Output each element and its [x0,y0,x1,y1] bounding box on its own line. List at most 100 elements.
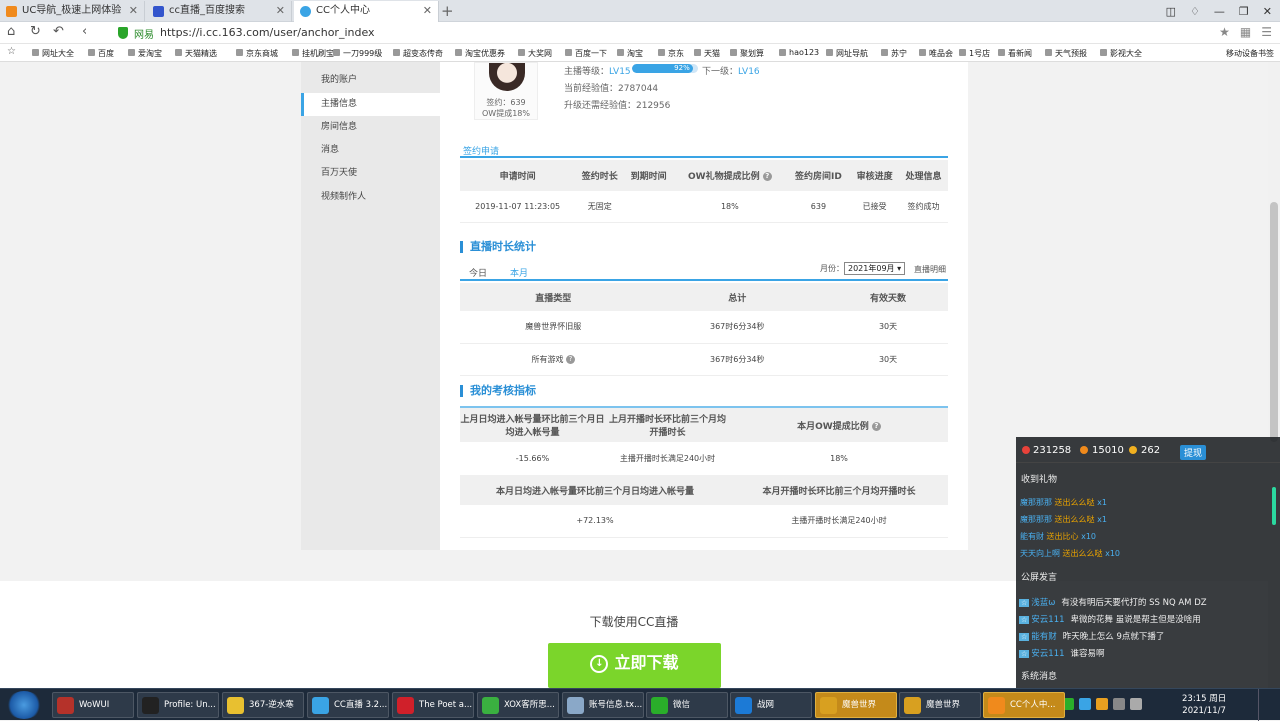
star-icon[interactable]: ★ [1219,25,1230,39]
url-field[interactable]: https://i.cc.163.com/user/anchor_index [160,26,375,39]
bookmark-item[interactable]: 百度 [88,48,114,59]
tab-cc-personal[interactable]: CC个人中心 ✕ [294,1,439,22]
taskbar-item[interactable]: 魔兽世界 [815,692,897,718]
browser-tab-bar: UC导航_极速上网体验 ✕ cc直播_百度搜索 ✕ CC个人中心 ✕ + ◫ ♢… [0,0,1280,22]
taskbar-item[interactable]: The Poet a... [392,692,474,718]
help-icon[interactable]: ? [871,421,881,431]
live-detail-link[interactable]: 直播明细 [914,264,946,275]
bookmark-item[interactable]: 天猫 [694,48,720,59]
bookmark-item[interactable]: 网址导航 [826,48,868,59]
chat-user[interactable]: 浅蓝ω [1031,598,1055,608]
chat-user[interactable]: 安云111 [1031,615,1064,625]
taskbar-item[interactable]: 账号信息.tx... [562,692,644,718]
app-tray-icon[interactable] [1096,698,1108,710]
bookmark-item[interactable]: 天气预报 [1045,48,1087,59]
network-tray-icon[interactable] [1079,698,1091,710]
heat-icon [1022,446,1030,454]
sign-id: 签约：639 [486,98,526,107]
ime-tray-icon[interactable] [1130,698,1142,710]
cell: 30天 [878,322,898,332]
bookmark-item[interactable]: 网址大全 [32,48,74,59]
new-tab-button[interactable]: + [441,0,454,22]
taskbar-item[interactable]: Profile: Un... [137,692,219,718]
bookmark-item[interactable]: 淘宝优惠券 [455,48,505,59]
tab-contract-apply[interactable]: 签约申请 [463,144,499,157]
forward-icon[interactable]: ‹ [82,24,87,39]
cell: 367时6分34秒 [709,322,765,332]
bookmark-item[interactable]: 百度一下 [565,48,607,59]
taskbar-item[interactable]: 战网 [730,692,812,718]
reload-icon[interactable]: ↻ [30,24,41,39]
sidebar-item-messages[interactable]: 消息 [301,139,440,162]
help-icon[interactable]: ? [762,172,772,181]
ow-rate: OW提成18% [482,109,530,118]
app-icon [988,697,1005,714]
bookmark-item[interactable]: 爱淘宝 [128,48,162,59]
bookmark-item[interactable]: 超变态传奇 [393,48,443,59]
mobile-bookmarks[interactable]: 移动设备书签 [1226,48,1274,59]
chat-user[interactable]: 安云111 [1031,649,1064,659]
tab-this-month[interactable]: 本月 [510,266,528,279]
bookmark-item[interactable]: 看新闻 [998,48,1032,59]
bookmark-item[interactable]: 淘宝 [617,48,643,59]
sidebar-item-video-maker[interactable]: 视频制作人 [301,186,440,209]
taskbar-item[interactable]: XOX客所思... [477,692,559,718]
scroll-thumb[interactable] [1270,202,1278,442]
withdraw-button[interactable]: 提现 [1180,445,1207,460]
bookmark-item[interactable]: 聚划算 [730,48,764,59]
bookmark-item[interactable]: 苏宁 [881,48,907,59]
bookmark-item[interactable]: 天猫精选 [175,48,217,59]
cell: 18% [720,201,739,211]
bookmark-item[interactable]: 影视大全 [1100,48,1142,59]
bookmark-item[interactable]: 1号店 [959,48,990,59]
taskbar-item[interactable]: WoWUI [52,692,134,718]
skin-icon[interactable]: ♢ [1190,5,1200,18]
sidebar-item-my-account[interactable]: 我的账户 [301,69,440,92]
home-icon[interactable]: ⌂ [7,24,15,39]
minimize-icon[interactable]: — [1214,5,1225,18]
sidebar-item-room-info[interactable]: 房间信息 [301,116,440,139]
taskbar-item[interactable]: 微信 [646,692,728,718]
taskbar-item[interactable]: CC个人中... [983,692,1065,718]
tab-baidu-search[interactable]: cc直播_百度搜索 ✕ [147,1,292,22]
start-button[interactable] [6,691,42,719]
sidebar-item-angels[interactable]: 百万天使 [301,162,440,185]
bookmark-item[interactable]: 挂机刷宝 [292,48,334,59]
taskbar-item[interactable]: 367-逆水寒 [222,692,304,718]
next-level-value: LV16 [738,67,760,77]
show-desktop-button[interactable] [1258,689,1280,721]
close-window-icon[interactable]: ✕ [1263,5,1272,18]
bookmark-star-icon[interactable]: ☆ [7,46,16,57]
grid-icon[interactable]: ▦ [1240,25,1251,39]
close-tab-icon[interactable]: ✕ [129,1,138,21]
chat-user[interactable]: 能有财 [1031,632,1057,642]
taskbar-item-label: Profile: Un... [164,700,216,710]
close-tab-icon[interactable]: ✕ [423,1,432,21]
back-icon[interactable]: ↶ [53,24,64,39]
taskbar-clock[interactable]: 23:15 周日 2021/11/7 [1182,693,1226,717]
fans-icon [1080,446,1088,454]
download-button[interactable]: ↓ 立即下载 [548,643,721,688]
taskbar-item-label: The Poet a... [419,700,473,710]
bookmark-item[interactable]: 大奖网 [518,48,552,59]
help-icon[interactable]: ? [566,354,575,364]
bookmark-item[interactable]: hao123 [779,48,819,57]
cell: 2019-11-07 11:23:05 [475,201,561,211]
bookmark-item[interactable]: 唯品会 [919,48,953,59]
menu-lines-icon[interactable]: ☰ [1261,25,1272,39]
gift-scrollbar[interactable] [1272,487,1276,525]
close-tab-icon[interactable]: ✕ [276,1,285,21]
month-selector: 月份： 2021年09月 ▾ [820,262,906,275]
tab-uc-nav[interactable]: UC导航_极速上网体验 ✕ [0,1,145,22]
restore-icon[interactable]: ❐ [1239,5,1249,18]
tab-today[interactable]: 今日 [469,266,487,279]
bookmark-item[interactable]: 京东 [658,48,684,59]
taskbar-item[interactable]: CC直播 3.2... [307,692,389,718]
taskbar-item[interactable]: 魔兽世界 [899,692,981,718]
menu-icon[interactable]: ◫ [1166,5,1176,18]
bookmark-item[interactable]: 京东商城 [236,48,278,59]
bookmark-item[interactable]: 一刀999级 [333,48,382,59]
volume-tray-icon[interactable] [1113,698,1125,710]
month-select[interactable]: 2021年09月 ▾ [844,262,906,275]
sidebar-item-anchor-info[interactable]: 主播信息 [301,93,440,116]
